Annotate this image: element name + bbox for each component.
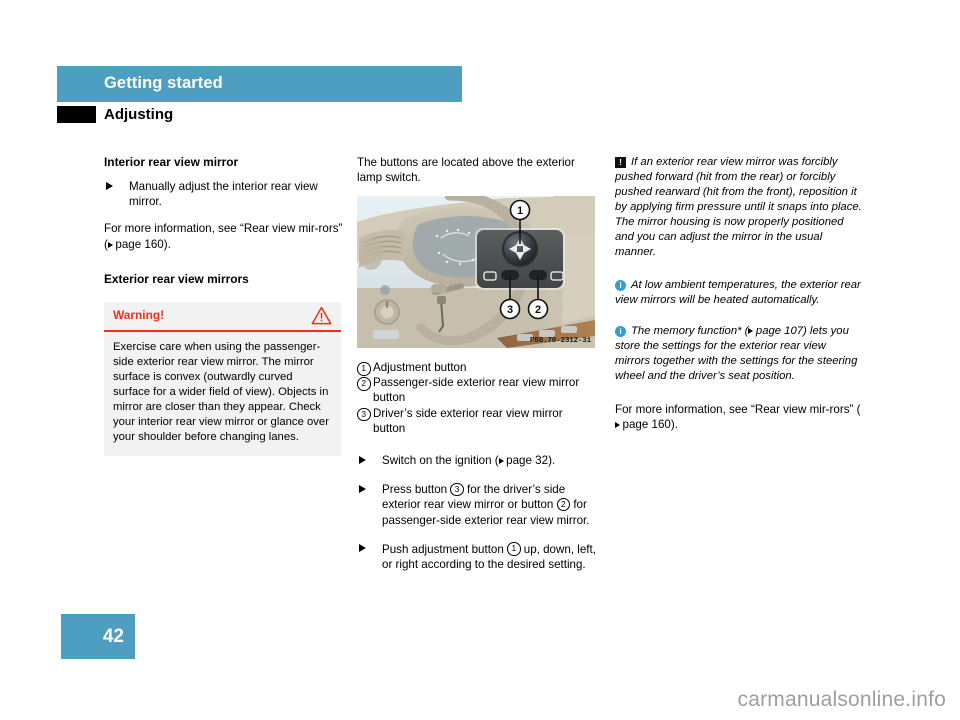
info-circle-icon: i [615, 326, 626, 337]
bullet-triangle-icon [359, 455, 366, 464]
info-circle-icon: i [615, 280, 626, 291]
step-push-adjustment-button: Push adjustment button 1 up, down, left,… [357, 542, 597, 572]
dashboard-mirror-controls-photo: 1 3 2 P88.70-2312-31 [357, 196, 595, 348]
right-column: ! If an exterior rear view mirror was for… [615, 155, 863, 444]
callout-number-1: 1 [507, 542, 521, 556]
middle-column: The buttons are located above the exteri… [357, 155, 597, 185]
paragraph-more-information-right: For more information, see “Rear view mir… [615, 402, 863, 432]
figure-legend-and-steps: 1 Adjustment button 2 Passenger-side ext… [357, 360, 597, 584]
chapter-title: Getting started [104, 74, 223, 92]
step-press-button: Press button 3 for the driver’s side ext… [357, 482, 597, 528]
bullet-text: Manually adjust the interior rear view m… [129, 180, 318, 209]
closing-text-b: ). [670, 418, 678, 432]
figure-code: P88.70-2312-31 [530, 337, 591, 345]
cross-reference-triangle-icon [498, 458, 504, 465]
callout-number-1: 1 [357, 362, 371, 376]
warning-header: Warning! [104, 302, 341, 330]
step-switch-ignition: Switch on the ignition ( page 32). [357, 453, 597, 468]
step-1-part-2: ). [548, 454, 556, 468]
paragraph-xref[interactable]: page 160 [115, 238, 163, 251]
legend-item-3: 3 Driver’s side exterior rear view mirro… [357, 406, 597, 436]
callout-number-2: 2 [357, 377, 371, 391]
page-number: 42 [102, 626, 124, 647]
step-2-part-0: Press button [382, 483, 451, 497]
legend-item-2-text: Passenger-side exterior rear view mirror… [373, 376, 580, 405]
note-forcibly-pushed-mirror: ! If an exterior rear view mirror was for… [615, 155, 863, 260]
svg-text:2: 2 [535, 304, 541, 316]
manual-page: Getting started Adjusting Interior rear … [0, 0, 960, 720]
heading-exterior-rear-view-mirrors: Exterior rear view mirrors [104, 271, 249, 286]
cross-reference-triangle-icon [748, 328, 754, 334]
note-3-xref[interactable]: page 107 [756, 325, 803, 337]
warning-triangle-icon [311, 306, 332, 330]
step-3-part-0: Push adjustment button [382, 542, 508, 556]
svg-text:3: 3 [507, 304, 513, 316]
paragraph-more-information-left: For more information, see “Rear view mir… [104, 221, 349, 251]
warning-title: Warning! [113, 308, 165, 322]
cross-reference-triangle-icon [615, 422, 620, 429]
legend-item-1: 1 Adjustment button [357, 360, 597, 376]
legend-item-1-text: Adjustment button [373, 361, 467, 374]
note-memory-function: i The memory function* (page 107) lets yo… [615, 324, 863, 384]
callout-number-3: 3 [357, 407, 371, 422]
heading-interior-rear-view-mirror: Interior rear view mirror [104, 155, 239, 169]
closing-text-a: For more information, see “Rear view mir… [615, 403, 861, 416]
bullet-triangle-icon [359, 484, 366, 493]
callout-number-3: 3 [450, 482, 464, 497]
watermark: carmanualsonline.info [737, 688, 946, 711]
closing-xref[interactable]: page 160 [623, 418, 671, 431]
page-number-badge: 42 [61, 614, 135, 659]
warning-body-text: Exercise care when using the passenger-s… [113, 341, 329, 443]
intro-text-buttons-location: The buttons are located above the exteri… [357, 156, 575, 185]
warning-box: Warning! Exercise care when using the pa… [104, 302, 341, 456]
cross-reference-triangle-icon [107, 241, 113, 248]
note-3-text-a: The memory function* ( [631, 325, 749, 337]
svg-text:1: 1 [517, 205, 523, 217]
step-1-part-0: Switch on the ignition ( [382, 454, 499, 468]
legend-item-3-text: Driver’s side exterior rear view mirror … [373, 406, 563, 435]
bullet-triangle-icon [359, 544, 366, 553]
note-2-text: At low ambient temperatures, the exterio… [615, 279, 861, 306]
chapter-header-bar: Getting started [57, 66, 462, 102]
section-title: Adjusting [104, 106, 174, 123]
callout-number-2: 2 [556, 497, 571, 512]
paragraph-text-b: ). [163, 237, 171, 251]
left-column: Interior rear view mirror Manually adjus… [104, 155, 349, 296]
note-heated-mirrors: i At low ambient temperatures, the exteri… [615, 278, 863, 308]
step-1-xref[interactable]: page 32 [506, 454, 548, 467]
section-marker-tab [57, 106, 96, 123]
exclamation-box-icon: ! [615, 157, 626, 168]
bullet-triangle-icon [106, 181, 113, 190]
note-1-text: If an exterior rear view mirror was forc… [615, 156, 862, 258]
bullet-manually-adjust: Manually adjust the interior rear view m… [104, 179, 349, 209]
legend-item-2: 2 Passenger-side exterior rear view mirr… [357, 375, 597, 405]
